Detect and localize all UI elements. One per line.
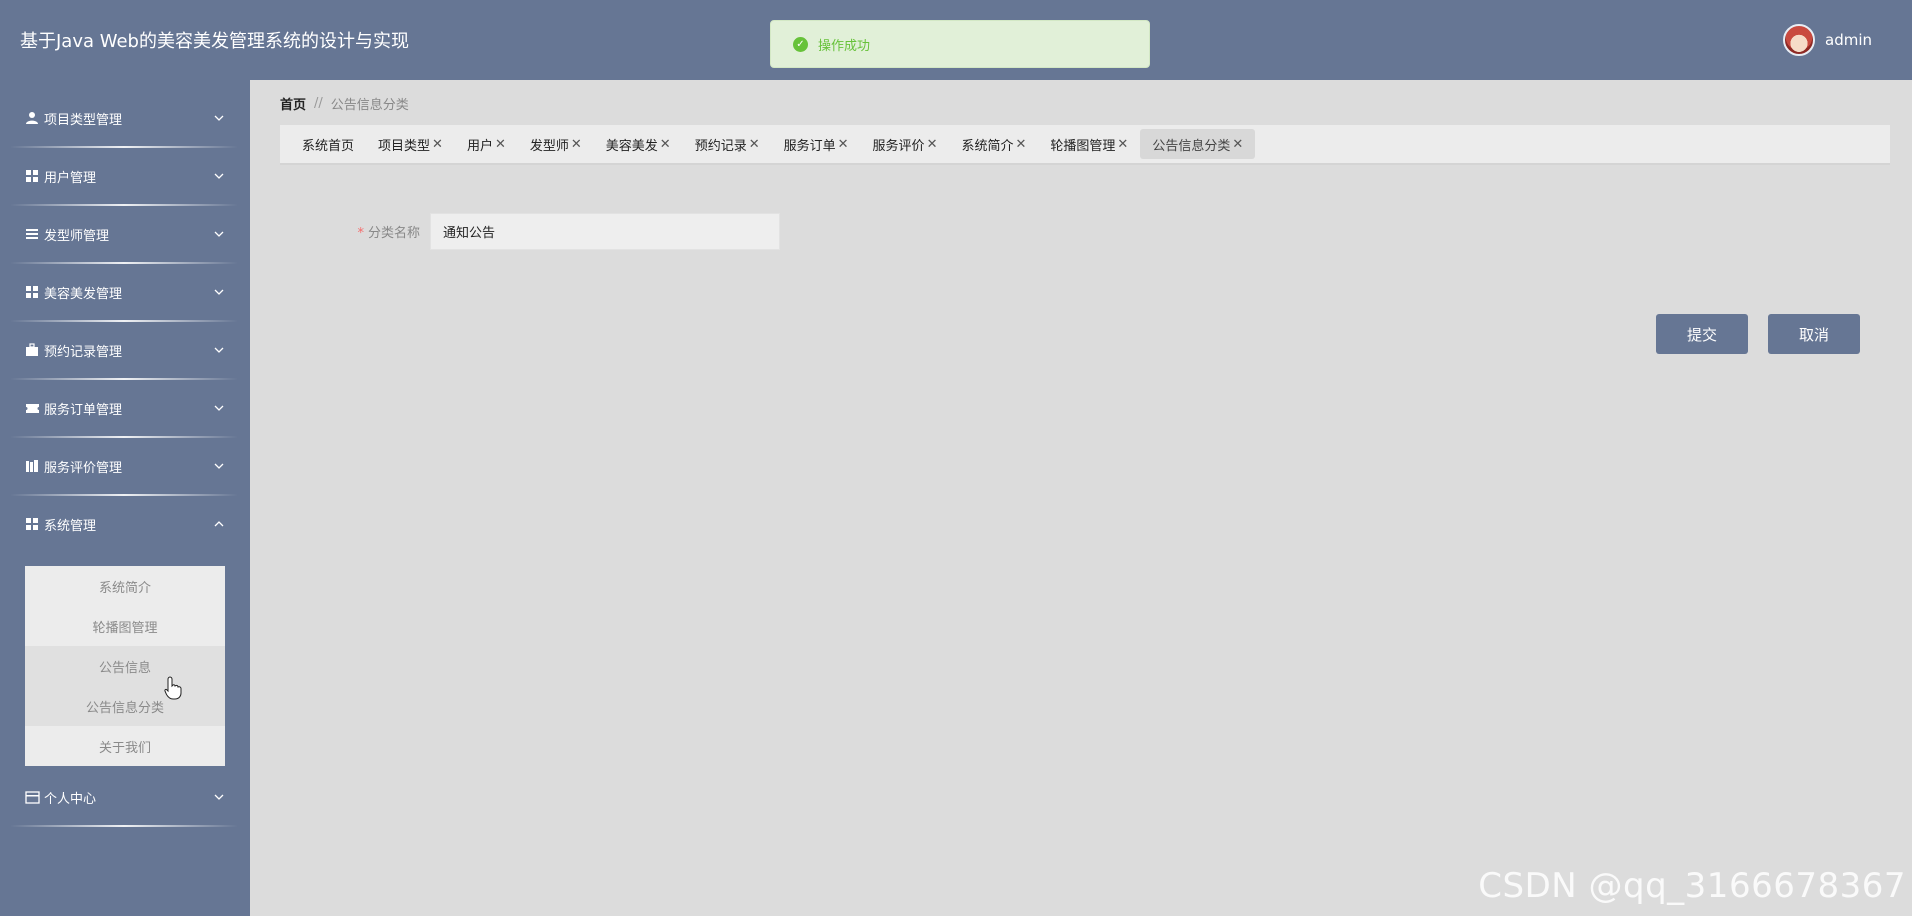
tab-stylists[interactable]: 发型师 ✕ — [518, 129, 594, 159]
tab-label: 预约记录 — [694, 138, 747, 154]
avatar[interactable] — [1783, 24, 1815, 56]
tab-orders[interactable]: 服务订单 ✕ — [772, 129, 861, 159]
close-icon[interactable]: ✕ — [571, 137, 582, 152]
tab-home[interactable]: 系统首页 — [290, 129, 366, 159]
sidebar-item-label: 服务订单管理 — [44, 402, 123, 418]
user-menu[interactable]: admin — [1783, 24, 1872, 56]
close-icon[interactable]: ✕ — [1015, 137, 1026, 152]
sidebar-item-label: 服务评价管理 — [44, 460, 123, 476]
category-name-label: * 分类名称 — [350, 222, 420, 241]
close-icon[interactable]: ✕ — [1117, 137, 1128, 152]
briefcase-icon — [24, 343, 40, 357]
submenu-item-system-intro[interactable]: 系统简介 — [25, 566, 225, 606]
tab-label: 美容美发 — [605, 138, 658, 154]
breadcrumb-separator: // — [314, 96, 323, 111]
submenu-item-notice-category[interactable]: 公告信息分类 — [25, 686, 225, 726]
hand-cursor-icon — [164, 676, 182, 700]
chevron-down-icon — [214, 173, 224, 179]
sidebar-item-label: 预约记录管理 — [44, 344, 123, 360]
tab-users[interactable]: 用户 ✕ — [455, 129, 518, 159]
submenu-item-notice[interactable]: 公告信息 — [25, 646, 225, 686]
grid-icon — [24, 169, 40, 183]
tab-label: 服务订单 — [783, 138, 836, 154]
sidebar-item-reviews[interactable]: 服务评价管理 — [10, 437, 238, 495]
category-name-input[interactable] — [430, 213, 780, 250]
close-icon[interactable]: ✕ — [749, 137, 760, 152]
grid-icon — [24, 285, 40, 299]
submit-button[interactable]: 提交 — [1656, 314, 1748, 354]
sidebar-item-label: 美容美发管理 — [44, 286, 123, 302]
tab-bar: 系统首页 项目类型 ✕ 用户 ✕ 发型师 ✕ 美容美发 ✕ 预约记录 ✕ 服务订单 ✕ 服务… — [280, 125, 1890, 165]
sidebar-item-label: 系统管理 — [44, 518, 97, 534]
tab-label: 系统简介 — [961, 138, 1014, 154]
tab-label: 轮播图管理 — [1050, 138, 1116, 154]
tab-system-intro[interactable]: 系统简介 ✕ — [949, 129, 1038, 159]
close-icon[interactable]: ✕ — [432, 137, 443, 152]
submenu-item-about-us[interactable]: 关于我们 — [25, 726, 225, 766]
system-submenu: 系统简介 轮播图管理 公告信息 公告信息分类 关于我们 — [25, 566, 225, 766]
chevron-down-icon — [214, 231, 224, 237]
sidebar-item-label: 用户管理 — [44, 170, 97, 186]
success-toast: ✓ 操作成功 — [770, 20, 1150, 68]
tab-carousel[interactable]: 轮播图管理 ✕ — [1038, 129, 1140, 159]
category-name-label-text: 分类名称 — [367, 226, 420, 241]
app-title: 基于Java Web的美容美发管理系统的设计与实现 — [20, 31, 409, 52]
sidebar-item-project-type[interactable]: 项目类型管理 — [10, 89, 238, 147]
chevron-down-icon — [214, 115, 224, 121]
card-icon — [24, 790, 40, 804]
user-icon — [24, 111, 40, 125]
chevron-down-icon — [214, 405, 224, 411]
chevron-down-icon — [214, 794, 224, 800]
sidebar-item-label: 发型师管理 — [44, 228, 110, 244]
grid-icon — [24, 517, 40, 531]
breadcrumb-current: 公告信息分类 — [330, 98, 409, 113]
sidebar: 项目类型管理 用户管理 发型师管理 美容美发管理 预约记录管理 服务订单管理 服… — [0, 80, 250, 916]
close-icon[interactable]: ✕ — [660, 137, 671, 152]
chevron-up-icon — [214, 521, 224, 527]
sidebar-item-label: 项目类型管理 — [44, 112, 123, 128]
toast-message: 操作成功 — [818, 38, 871, 54]
close-icon[interactable]: ✕ — [927, 137, 938, 152]
close-icon[interactable]: ✕ — [838, 137, 849, 152]
watermark: CSDN @qq_3166678367 — [1478, 866, 1906, 906]
tab-appointments[interactable]: 预约记录 ✕ — [683, 129, 772, 159]
tab-label: 公告信息分类 — [1152, 138, 1231, 154]
sidebar-item-label: 个人中心 — [44, 791, 97, 807]
tab-label: 发型师 — [529, 138, 569, 154]
close-icon[interactable]: ✕ — [495, 137, 506, 152]
chevron-down-icon — [214, 347, 224, 353]
sidebar-item-appointments[interactable]: 预约记录管理 — [10, 321, 238, 379]
list-icon — [24, 227, 40, 241]
sidebar-item-system[interactable]: 系统管理 — [10, 495, 238, 553]
tab-label: 用户 — [466, 138, 493, 154]
ticket-icon — [24, 401, 40, 415]
breadcrumb-home[interactable]: 首页 — [280, 94, 306, 113]
sidebar-item-stylists[interactable]: 发型师管理 — [10, 205, 238, 263]
tab-notice-category[interactable]: 公告信息分类 ✕ — [1140, 129, 1256, 159]
tab-beauty[interactable]: 美容美发 ✕ — [594, 129, 683, 159]
chevron-down-icon — [214, 463, 224, 469]
cancel-button[interactable]: 取消 — [1768, 314, 1860, 354]
close-icon[interactable]: ✕ — [1232, 137, 1243, 152]
tab-label: 项目类型 — [378, 138, 431, 154]
tab-label: 服务评价 — [872, 138, 925, 154]
tab-label: 系统首页 — [302, 138, 355, 154]
menu-divider — [10, 825, 238, 827]
tab-project-type[interactable]: 项目类型 ✕ — [366, 129, 455, 159]
required-mark: * — [357, 226, 364, 241]
sidebar-item-profile[interactable]: 个人中心 — [10, 768, 238, 826]
sidebar-item-orders[interactable]: 服务订单管理 — [10, 379, 238, 437]
books-icon — [24, 459, 40, 473]
category-name-row: * 分类名称 — [350, 213, 780, 250]
check-circle-icon: ✓ — [793, 36, 808, 52]
breadcrumb: 首页 // 公告信息分类 — [280, 94, 409, 113]
sidebar-item-beauty[interactable]: 美容美发管理 — [10, 263, 238, 321]
sidebar-item-users[interactable]: 用户管理 — [10, 147, 238, 205]
tab-reviews[interactable]: 服务评价 ✕ — [861, 129, 950, 159]
user-name[interactable]: admin — [1825, 31, 1872, 49]
submenu-item-carousel[interactable]: 轮播图管理 — [25, 606, 225, 646]
chevron-down-icon — [214, 289, 224, 295]
